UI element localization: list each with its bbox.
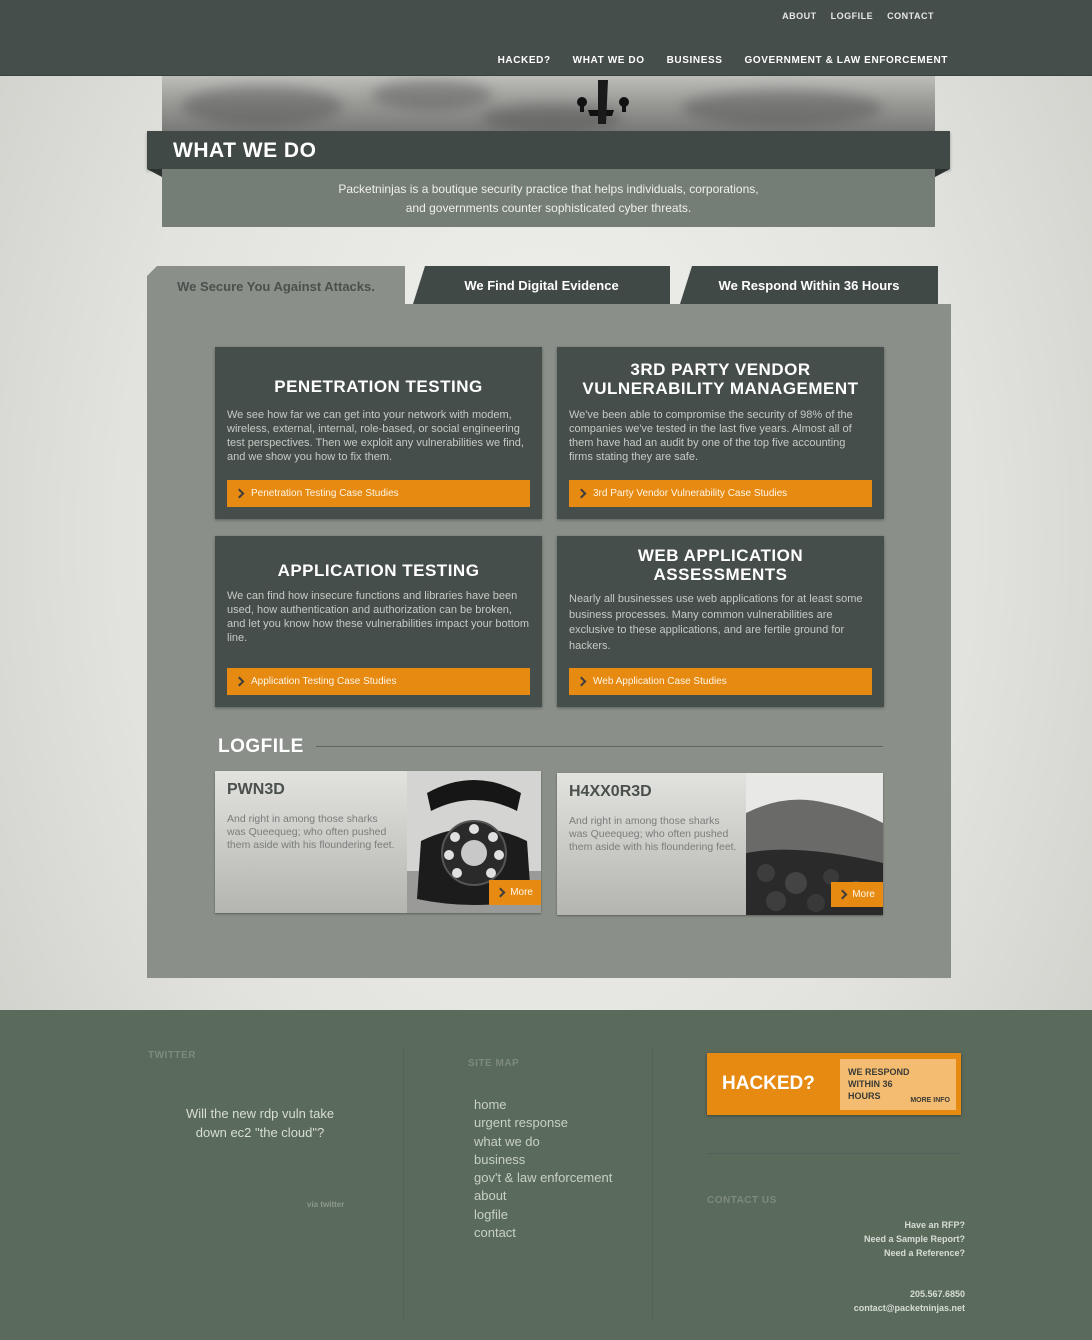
service-title: PENETRATION TESTING — [274, 377, 483, 396]
nav-business-link[interactable]: BUSINESS — [667, 55, 723, 66]
nav-hacked-link[interactable]: HACKED? — [498, 55, 551, 66]
intro-text: Packetninjas is a boutique security prac… — [162, 169, 935, 227]
more-info-link[interactable]: MORE INFO — [910, 1097, 950, 1104]
main-nav: HACKED? WHAT WE DO BUSINESS GOVERNMENT &… — [498, 55, 948, 66]
ribbon-fold-right — [935, 169, 950, 177]
nav-logfile-link[interactable]: LOGFILE — [831, 11, 874, 21]
logfile-post-pwn3d: PWN3D And right in among those sharks wa… — [215, 771, 541, 913]
sitemap-business-link[interactable]: business — [474, 1151, 612, 1169]
h4xx0r3d-more-button[interactable]: More — [831, 882, 883, 907]
button-label: 3rd Party Vendor Vulnerability Case Stud… — [593, 488, 788, 499]
utility-nav: ABOUT LOGFILE CONTACT — [782, 11, 934, 21]
rfp-link[interactable]: Have an RFP? — [864, 1218, 965, 1232]
vendor-vulnerability-case-studies-button[interactable]: 3rd Party Vendor Vulnerability Case Stud… — [569, 480, 872, 507]
service-title-line-1: 3RD PARTY VENDOR — [630, 360, 811, 379]
nav-government-link[interactable]: GOVERNMENT & LAW ENFORCEMENT — [745, 55, 948, 66]
contact-links: Have an RFP? Need a Sample Report? Need … — [864, 1218, 965, 1260]
sitemap-label: SITE MAP — [468, 1058, 520, 1069]
ribbon-fold-left — [147, 169, 162, 177]
post-title: PWN3D — [227, 781, 285, 798]
post-title: H4XX0R3D — [569, 783, 652, 800]
respond-line-1: WE RESPOND — [848, 1067, 910, 1077]
chevron-right-icon — [576, 676, 587, 687]
contact-label: CONTACT US — [707, 1195, 777, 1206]
twitter-label: TWITTER — [148, 1050, 196, 1061]
respond-badge: WE RESPOND WITHIN 36 HOURS MORE INFO — [840, 1059, 956, 1110]
button-label: Web Application Case Studies — [593, 676, 727, 687]
service-description: We've been able to compromise the securi… — [569, 409, 853, 463]
post-excerpt: And right in among those sharks was Quee… — [227, 813, 395, 851]
chevron-right-icon — [576, 488, 587, 499]
hacked-cta-button[interactable]: HACKED? WE RESPOND WITHIN 36 HOURS MORE … — [707, 1053, 961, 1115]
intro-line-1: Packetninjas is a boutique security prac… — [338, 182, 759, 196]
respond-line-2: WITHIN 36 — [848, 1079, 893, 1089]
button-label: Application Testing Case Studies — [251, 676, 397, 687]
button-label: Penetration Testing Case Studies — [251, 488, 399, 499]
chevron-right-icon — [495, 887, 506, 898]
service-description: Nearly all businesses use web applicatio… — [569, 593, 863, 652]
more-label: More — [852, 889, 875, 900]
pwn3d-more-button[interactable]: More — [489, 880, 541, 905]
service-title: APPLICATION TESTING — [277, 561, 480, 580]
nav-about-link[interactable]: ABOUT — [782, 11, 817, 21]
service-card-vendor-vulnerability: 3RD PARTY VENDOR VULNERABILITY MANAGEMEN… — [557, 347, 884, 519]
nav-what-we-do-link[interactable]: WHAT WE DO — [573, 55, 645, 66]
tab-respond-36-hours[interactable]: We Respond Within 36 Hours — [680, 266, 938, 304]
reference-link[interactable]: Need a Reference? — [864, 1246, 965, 1260]
logfile-heading: LOGFILE — [218, 736, 304, 757]
hero-banner — [162, 76, 935, 134]
airplane-icon — [577, 80, 629, 124]
tab-secure[interactable]: We Secure You Against Attacks. — [147, 266, 405, 306]
sitemap-about-link[interactable]: about — [474, 1187, 612, 1205]
intro-line-2: and governments counter sophisticated cy… — [405, 201, 692, 215]
contact-details: 205.567.6850 contact@packetninjas.net — [854, 1287, 965, 1315]
footer-divider — [403, 1050, 404, 1320]
sitemap-home-link[interactable]: home — [474, 1096, 612, 1114]
chevron-right-icon — [234, 488, 245, 499]
chevron-right-icon — [234, 676, 245, 687]
site-header: ABOUT LOGFILE CONTACT HACKED? WHAT WE DO… — [0, 0, 1092, 76]
page-title: WHAT WE DO — [173, 139, 317, 162]
email-link[interactable]: contact@packetninjas.net — [854, 1301, 965, 1315]
service-card-web-application: WEB APPLICATION ASSESSMENTS Nearly all b… — [557, 536, 884, 707]
sitemap-urgent-response-link[interactable]: urgent response — [474, 1114, 612, 1132]
more-label: More — [510, 887, 533, 898]
service-card-application-testing: APPLICATION TESTING We can find how inse… — [215, 536, 542, 707]
logfile-divider — [316, 746, 883, 747]
phone-number: 205.567.6850 — [909, 1289, 965, 1299]
web-application-case-studies-button[interactable]: Web Application Case Studies — [569, 668, 872, 695]
sitemap-list: home urgent response what we do business… — [474, 1096, 612, 1242]
page-title-ribbon: WHAT WE DO — [147, 131, 950, 169]
footer-divider — [652, 1050, 653, 1320]
sitemap-what-we-do-link[interactable]: what we do — [474, 1133, 612, 1151]
penetration-testing-case-studies-button[interactable]: Penetration Testing Case Studies — [227, 480, 530, 507]
service-card-penetration-testing: PENETRATION TESTING We see how far we ca… — [215, 347, 542, 519]
sitemap-logfile-link[interactable]: logfile — [474, 1206, 612, 1224]
service-description: We see how far we can get into your netw… — [227, 409, 524, 463]
latest-tweet[interactable]: Will the new rdp vuln take down ec2 "the… — [170, 1104, 350, 1142]
service-title-line-2: ASSESSMENTS — [653, 565, 788, 584]
nav-contact-link[interactable]: CONTACT — [887, 11, 934, 21]
logfile-post-h4xx0r3d: H4XX0R3D And right in among those sharks… — [557, 773, 883, 915]
chevron-right-icon — [837, 889, 848, 900]
sample-report-link[interactable]: Need a Sample Report? — [864, 1232, 965, 1246]
tab-digital-evidence[interactable]: We Find Digital Evidence — [413, 266, 670, 304]
sitemap-contact-link[interactable]: contact — [474, 1224, 612, 1242]
hacked-label: HACKED? — [722, 1073, 815, 1094]
service-title-line-2: VULNERABILITY MANAGEMENT — [582, 379, 859, 398]
sitemap-gov-law-link[interactable]: gov't & law enforcement — [474, 1169, 612, 1187]
footer-rule — [707, 1153, 961, 1154]
service-title-line-1: WEB APPLICATION — [637, 546, 804, 565]
post-excerpt: And right in among those sharks was Quee… — [569, 815, 737, 853]
application-testing-case-studies-button[interactable]: Application Testing Case Studies — [227, 668, 530, 695]
via-twitter-link[interactable]: via twitter — [307, 1200, 344, 1209]
service-description: We can find how insecure functions and l… — [227, 590, 530, 644]
